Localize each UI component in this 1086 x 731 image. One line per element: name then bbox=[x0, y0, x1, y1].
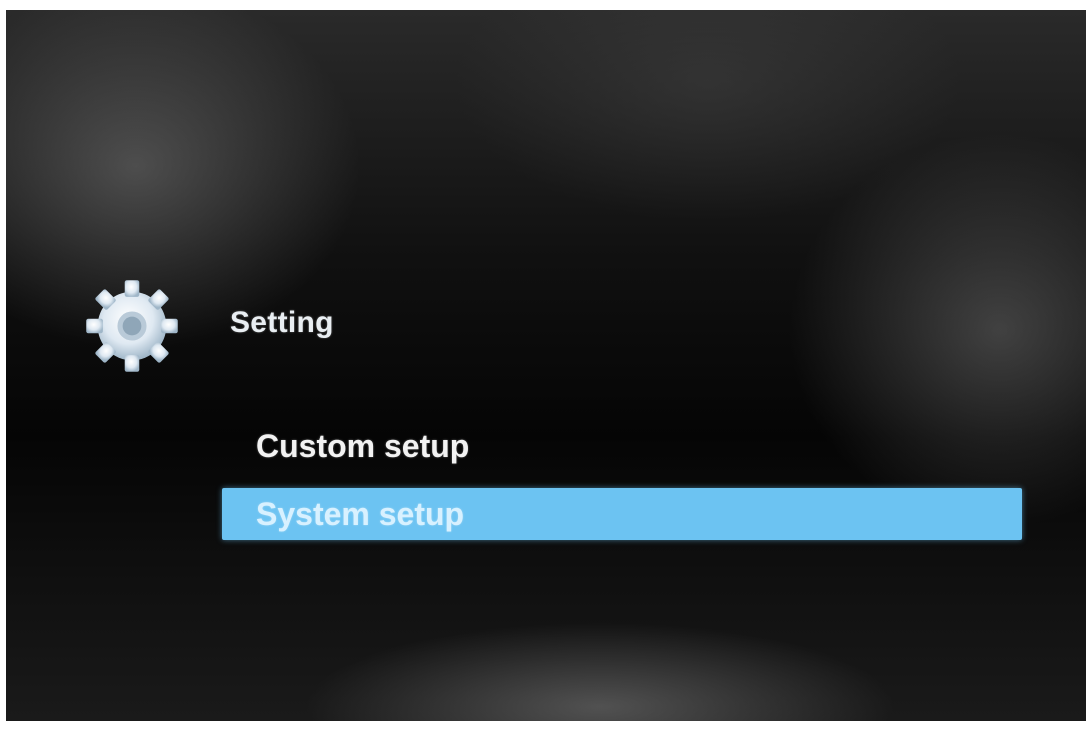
page-title: Setting bbox=[230, 306, 334, 339]
tv-screen: Setting Custom setup System setup bbox=[6, 10, 1086, 721]
menu-item-custom-setup[interactable]: Custom setup bbox=[222, 420, 1022, 472]
settings-header: Setting bbox=[78, 272, 334, 380]
gear-icon bbox=[78, 272, 186, 380]
menu-item-system-setup[interactable]: System setup bbox=[222, 488, 1022, 540]
settings-menu: Custom setup System setup bbox=[222, 420, 1022, 540]
